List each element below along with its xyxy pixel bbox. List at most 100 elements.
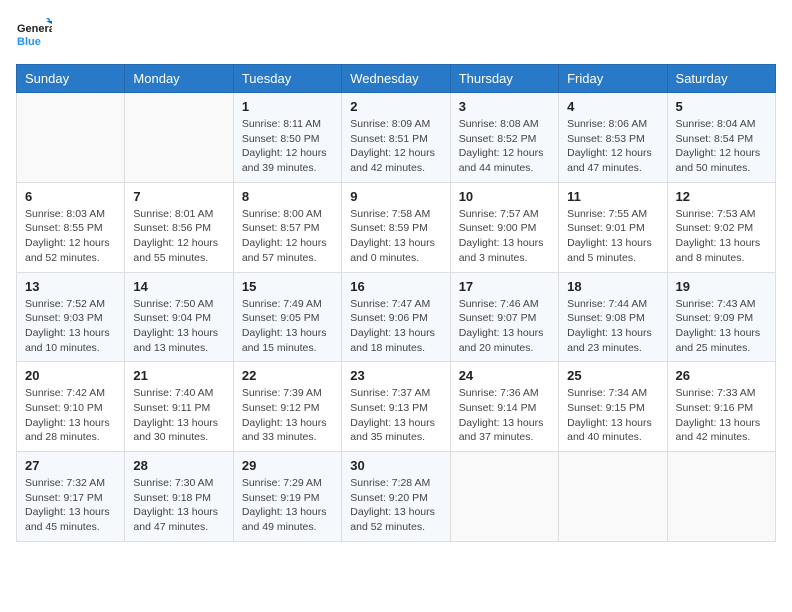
day-info: Sunrise: 7:33 AMSunset: 9:16 PMDaylight:… [676, 386, 767, 445]
day-number: 30 [350, 458, 441, 473]
day-number: 23 [350, 368, 441, 383]
calendar-cell: 4Sunrise: 8:06 AMSunset: 8:53 PMDaylight… [559, 93, 667, 183]
day-number: 22 [242, 368, 333, 383]
calendar-header-row: SundayMondayTuesdayWednesdayThursdayFrid… [17, 65, 776, 93]
calendar-cell: 30 Sunrise: 7:28 AMSunset: 9:20 PMDayligh… [342, 452, 450, 542]
day-number: 14 [133, 279, 224, 294]
day-info: Sunrise: 7:37 AMSunset: 9:13 PMDaylight:… [350, 386, 441, 445]
day-number: 19 [676, 279, 767, 294]
calendar-cell: 27 Sunrise: 7:32 AMSunset: 9:17 PMDayligh… [17, 452, 125, 542]
page-header: General Blue [16, 16, 776, 52]
calendar-cell: 2Sunrise: 8:09 AMSunset: 8:51 PMDaylight… [342, 93, 450, 183]
day-number: 25 [567, 368, 658, 383]
day-number: 9 [350, 189, 441, 204]
day-number: 7 [133, 189, 224, 204]
day-info: Sunrise: 7:49 AMSunset: 9:05 PMDaylight:… [242, 297, 333, 356]
calendar-cell: 24 Sunrise: 7:36 AMSunset: 9:14 PMDayligh… [450, 362, 558, 452]
calendar-cell: 22 Sunrise: 7:39 AMSunset: 9:12 PMDayligh… [233, 362, 341, 452]
day-number: 2 [350, 99, 441, 114]
day-number: 16 [350, 279, 441, 294]
calendar-week-1: 1 Sunrise: 8:11 AMSunset: 8:50 PMDaylight… [17, 93, 776, 183]
day-number: 13 [25, 279, 116, 294]
calendar-cell: 10Sunrise: 7:57 AMSunset: 9:00 PMDayligh… [450, 182, 558, 272]
day-info: Sunrise: 7:39 AMSunset: 9:12 PMDaylight:… [242, 386, 333, 445]
day-number: 21 [133, 368, 224, 383]
day-info: Sunrise: 8:03 AMSunset: 8:55 PMDaylight:… [25, 207, 116, 266]
day-info: Sunrise: 7:52 AMSunset: 9:03 PMDaylight:… [25, 297, 116, 356]
calendar-cell [450, 452, 558, 542]
day-info: Sunrise: 7:47 AMSunset: 9:06 PMDaylight:… [350, 297, 441, 356]
calendar-header-tuesday: Tuesday [233, 65, 341, 93]
day-number: 27 [25, 458, 116, 473]
calendar-header-monday: Monday [125, 65, 233, 93]
calendar-cell: 12 Sunrise: 7:53 AMSunset: 9:02 PMDayligh… [667, 182, 775, 272]
calendar-cell: 20Sunrise: 7:42 AMSunset: 9:10 PMDayligh… [17, 362, 125, 452]
day-info: Sunrise: 8:00 AMSunset: 8:57 PMDaylight:… [242, 207, 333, 266]
day-number: 11 [567, 189, 658, 204]
day-number: 12 [676, 189, 767, 204]
calendar-cell [559, 452, 667, 542]
calendar-header-wednesday: Wednesday [342, 65, 450, 93]
calendar-cell: 16 Sunrise: 7:47 AMSunset: 9:06 PMDayligh… [342, 272, 450, 362]
calendar-header-sunday: Sunday [17, 65, 125, 93]
calendar-cell: 14 Sunrise: 7:50 AMSunset: 9:04 PMDayligh… [125, 272, 233, 362]
calendar-cell: 13 Sunrise: 7:52 AMSunset: 9:03 PMDayligh… [17, 272, 125, 362]
calendar-header-saturday: Saturday [667, 65, 775, 93]
day-number: 8 [242, 189, 333, 204]
calendar-cell [667, 452, 775, 542]
day-number: 28 [133, 458, 224, 473]
day-info: Sunrise: 7:32 AMSunset: 9:17 PMDaylight:… [25, 476, 116, 535]
day-info: Sunrise: 7:30 AMSunset: 9:18 PMDaylight:… [133, 476, 224, 535]
calendar-cell: 26 Sunrise: 7:33 AMSunset: 9:16 PMDayligh… [667, 362, 775, 452]
calendar-cell: 3 Sunrise: 8:08 AMSunset: 8:52 PMDaylight… [450, 93, 558, 183]
svg-text:Blue: Blue [17, 36, 41, 48]
calendar-cell: 5Sunrise: 8:04 AMSunset: 8:54 PMDaylight… [667, 93, 775, 183]
calendar-cell: 11 Sunrise: 7:55 AMSunset: 9:01 PMDayligh… [559, 182, 667, 272]
day-info: Sunrise: 8:08 AMSunset: 8:52 PMDaylight:… [459, 117, 550, 176]
day-info: Sunrise: 8:04 AMSunset: 8:54 PMDaylight:… [676, 117, 767, 176]
logo-svg: General Blue [16, 16, 52, 52]
day-info: Sunrise: 7:34 AMSunset: 9:15 PMDaylight:… [567, 386, 658, 445]
day-number: 17 [459, 279, 550, 294]
calendar-cell: 28 Sunrise: 7:30 AMSunset: 9:18 PMDayligh… [125, 452, 233, 542]
day-info: Sunrise: 8:01 AMSunset: 8:56 PMDaylight:… [133, 207, 224, 266]
day-number: 6 [25, 189, 116, 204]
day-info: Sunrise: 8:06 AMSunset: 8:53 PMDaylight:… [567, 117, 658, 176]
day-info: Sunrise: 7:40 AMSunset: 9:11 PMDaylight:… [133, 386, 224, 445]
calendar-cell: 7 Sunrise: 8:01 AMSunset: 8:56 PMDaylight… [125, 182, 233, 272]
calendar-cell: 8 Sunrise: 8:00 AMSunset: 8:57 PMDaylight… [233, 182, 341, 272]
calendar-week-4: 20Sunrise: 7:42 AMSunset: 9:10 PMDayligh… [17, 362, 776, 452]
day-number: 3 [459, 99, 550, 114]
calendar-cell: 23 Sunrise: 7:37 AMSunset: 9:13 PMDayligh… [342, 362, 450, 452]
day-number: 24 [459, 368, 550, 383]
calendar-cell: 17 Sunrise: 7:46 AMSunset: 9:07 PMDayligh… [450, 272, 558, 362]
day-info: Sunrise: 8:11 AMSunset: 8:50 PMDaylight:… [242, 117, 333, 176]
calendar-cell: 1 Sunrise: 8:11 AMSunset: 8:50 PMDaylight… [233, 93, 341, 183]
day-info: Sunrise: 7:42 AMSunset: 9:10 PMDaylight:… [25, 386, 116, 445]
day-info: Sunrise: 7:46 AMSunset: 9:07 PMDaylight:… [459, 297, 550, 356]
calendar-table: SundayMondayTuesdayWednesdayThursdayFrid… [16, 64, 776, 542]
day-info: Sunrise: 7:28 AMSunset: 9:20 PMDaylight:… [350, 476, 441, 535]
day-info: Sunrise: 7:55 AMSunset: 9:01 PMDaylight:… [567, 207, 658, 266]
logo: General Blue [16, 16, 52, 52]
day-info: Sunrise: 7:36 AMSunset: 9:14 PMDaylight:… [459, 386, 550, 445]
calendar-header-friday: Friday [559, 65, 667, 93]
day-info: Sunrise: 7:43 AMSunset: 9:09 PMDaylight:… [676, 297, 767, 356]
calendar-cell: 18Sunrise: 7:44 AMSunset: 9:08 PMDayligh… [559, 272, 667, 362]
calendar-cell: 15 Sunrise: 7:49 AMSunset: 9:05 PMDayligh… [233, 272, 341, 362]
day-info: Sunrise: 7:58 AMSunset: 8:59 PMDaylight:… [350, 207, 441, 266]
calendar-cell [125, 93, 233, 183]
calendar-cell: 6 Sunrise: 8:03 AMSunset: 8:55 PMDaylight… [17, 182, 125, 272]
day-info: Sunrise: 7:57 AMSunset: 9:00 PMDaylight:… [459, 207, 550, 266]
calendar-cell: 19 Sunrise: 7:43 AMSunset: 9:09 PMDayligh… [667, 272, 775, 362]
calendar-week-3: 13 Sunrise: 7:52 AMSunset: 9:03 PMDayligh… [17, 272, 776, 362]
calendar-header-thursday: Thursday [450, 65, 558, 93]
calendar-cell: 29Sunrise: 7:29 AMSunset: 9:19 PMDayligh… [233, 452, 341, 542]
svg-text:General: General [17, 23, 52, 35]
day-info: Sunrise: 7:50 AMSunset: 9:04 PMDaylight:… [133, 297, 224, 356]
day-number: 26 [676, 368, 767, 383]
calendar-cell: 9 Sunrise: 7:58 AMSunset: 8:59 PMDaylight… [342, 182, 450, 272]
day-info: Sunrise: 7:53 AMSunset: 9:02 PMDaylight:… [676, 207, 767, 266]
day-number: 15 [242, 279, 333, 294]
day-number: 1 [242, 99, 333, 114]
